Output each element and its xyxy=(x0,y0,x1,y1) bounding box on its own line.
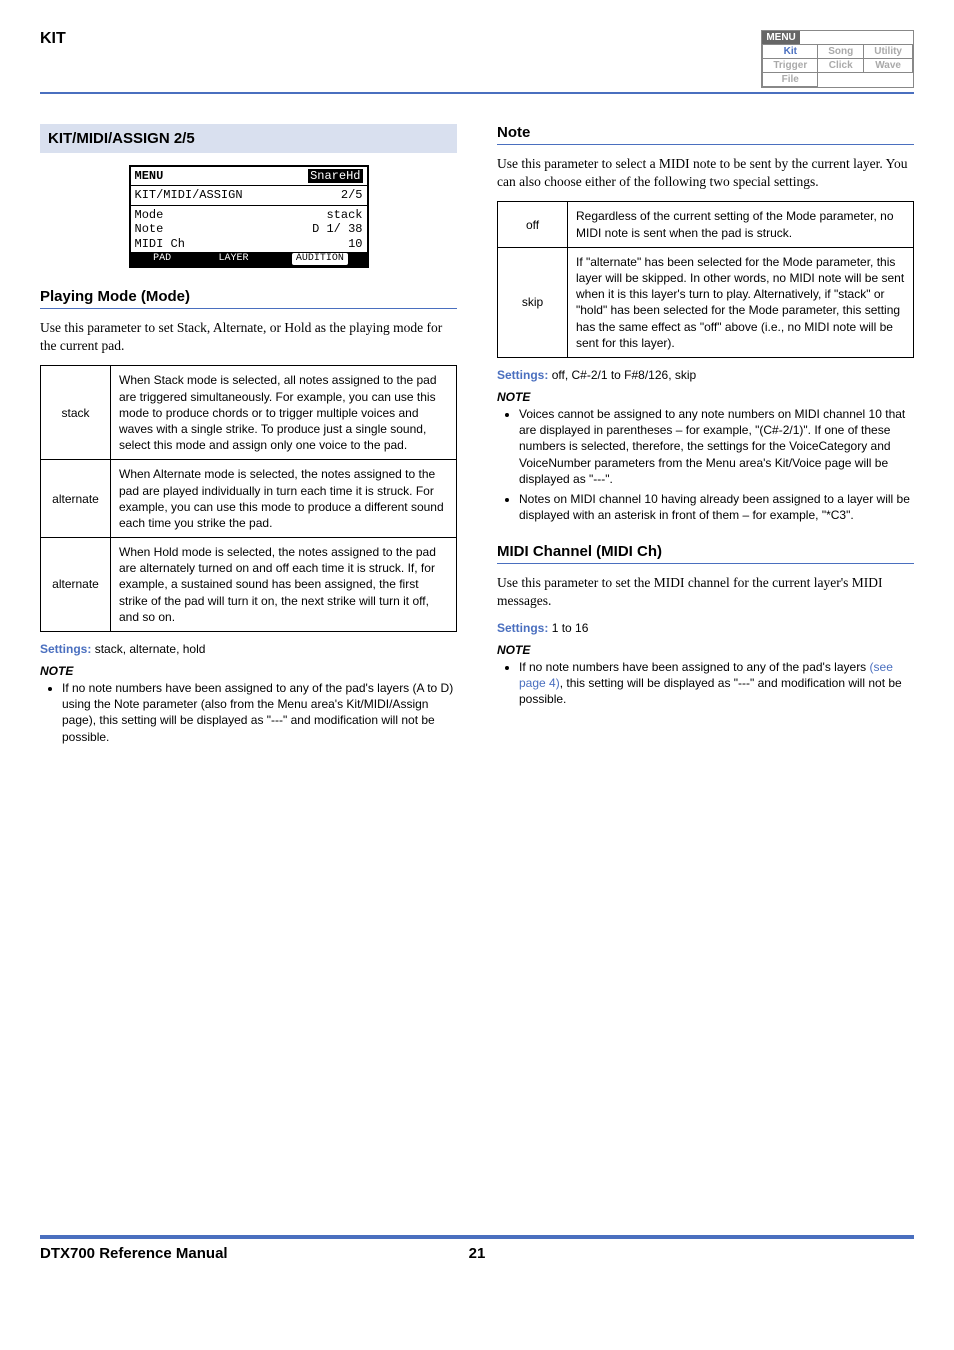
note-desc: Regardless of the current setting of the… xyxy=(568,202,914,247)
note-item: If no note numbers have been assigned to… xyxy=(62,680,457,745)
top-bar: KIT MENU Kit Song Utility Trigger Click … xyxy=(40,30,914,94)
note-heading: NOTE xyxy=(497,390,914,404)
right-column: Note Use this parameter to select a MIDI… xyxy=(497,114,914,755)
tab-file: File xyxy=(763,73,818,87)
settings-line: Settings: stack, alternate, hold xyxy=(40,642,457,656)
settings-line: Settings: off, C#-2/1 to F#8/126, skip xyxy=(497,368,914,382)
lcd-kitname: SnareHd xyxy=(308,169,362,183)
lcd-row-label: Mode xyxy=(135,208,164,222)
menu-title: MENU xyxy=(762,31,799,44)
settings-value: off, C#-2/1 to F#8/126, skip xyxy=(552,368,697,382)
menu-tabs: MENU Kit Song Utility Trigger Click Wave… xyxy=(761,30,914,88)
mode-key: alternate xyxy=(41,538,111,632)
lcd-path: KIT/MIDI/ASSIGN xyxy=(135,188,243,202)
note-list: If no note numbers have been assigned to… xyxy=(497,659,914,708)
section-heading-note: Note xyxy=(497,124,914,145)
lcd-page: 2/5 xyxy=(341,188,363,202)
table-row: alternate When Hold mode is selected, th… xyxy=(41,538,457,632)
mode-key: alternate xyxy=(41,460,111,538)
page-footer: DTX700 Reference Manual 21 xyxy=(40,1235,914,1262)
lcd-row-value: stack xyxy=(326,208,362,222)
note-list: Voices cannot be assigned to any note nu… xyxy=(497,406,914,523)
settings-value: 1 to 16 xyxy=(552,621,589,635)
mode-desc: When Stack mode is selected, all notes a… xyxy=(111,366,457,460)
footer-page-number: 21 xyxy=(469,1245,486,1262)
mode-key: stack xyxy=(41,366,111,460)
body-text: Use this parameter to select a MIDI note… xyxy=(497,155,914,191)
note-heading: NOTE xyxy=(497,643,914,657)
lcd-menu: MENU xyxy=(135,169,164,183)
lcd-row-label: MIDI Ch xyxy=(135,237,185,251)
mode-desc: When Hold mode is selected, the notes as… xyxy=(111,538,457,632)
note-key: off xyxy=(498,202,568,247)
note-key: skip xyxy=(498,247,568,357)
lcd-tab: AUDITION xyxy=(292,253,348,265)
section-label: KIT xyxy=(40,30,66,48)
footer-manual-title: DTX700 Reference Manual xyxy=(40,1245,228,1262)
body-text: Use this parameter to set the MIDI chann… xyxy=(497,574,914,610)
lcd-screenshot: MENU SnareHd KIT/MIDI/ASSIGN 2/5 Mode sta… xyxy=(129,165,369,268)
tab-kit: Kit xyxy=(763,45,818,59)
settings-label: Settings: xyxy=(40,642,91,656)
settings-value: stack, alternate, hold xyxy=(95,642,206,656)
mode-table: stack When Stack mode is selected, all n… xyxy=(40,365,457,632)
note-item: Notes on MIDI channel 10 having already … xyxy=(519,491,914,523)
lcd-row-label: Note xyxy=(135,222,164,236)
section-heading-playing-mode: Playing Mode (Mode) xyxy=(40,288,457,309)
tab-song: Song xyxy=(818,45,864,59)
settings-label: Settings: xyxy=(497,368,548,382)
tab-utility: Utility xyxy=(864,45,913,59)
lcd-row-value: D 1/ 38 xyxy=(312,222,362,236)
settings-line: Settings: 1 to 16 xyxy=(497,621,914,635)
note-heading: NOTE xyxy=(40,664,457,678)
note-list: If no note numbers have been assigned to… xyxy=(40,680,457,745)
table-row: alternate When Alternate mode is selecte… xyxy=(41,460,457,538)
tab-click: Click xyxy=(818,59,864,73)
mode-desc: When Alternate mode is selected, the not… xyxy=(111,460,457,538)
table-row: stack When Stack mode is selected, all n… xyxy=(41,366,457,460)
note-text: , this setting will be displayed as "---… xyxy=(519,676,902,706)
table-row: off Regardless of the current setting of… xyxy=(498,202,914,247)
tab-trigger: Trigger xyxy=(763,59,818,73)
left-column: KIT/MIDI/ASSIGN 2/5 MENU SnareHd KIT/MID… xyxy=(40,114,457,755)
tab-wave: Wave xyxy=(864,59,913,73)
body-text: Use this parameter to set Stack, Alterna… xyxy=(40,319,457,355)
lcd-tab: LAYER xyxy=(214,253,252,265)
table-row: skip If "alternate" has been selected fo… xyxy=(498,247,914,357)
note-item: Voices cannot be assigned to any note nu… xyxy=(519,406,914,487)
note-table: off Regardless of the current setting of… xyxy=(497,201,914,358)
lcd-tab: PAD xyxy=(149,253,175,265)
lcd-row-value: 10 xyxy=(348,237,362,251)
section-heading-midi-channel: MIDI Channel (MIDI Ch) xyxy=(497,543,914,564)
note-text: If no note numbers have been assigned to… xyxy=(519,660,870,674)
note-item: If no note numbers have been assigned to… xyxy=(519,659,914,708)
note-desc: If "alternate" has been selected for the… xyxy=(568,247,914,357)
settings-label: Settings: xyxy=(497,621,548,635)
page-bar-heading: KIT/MIDI/ASSIGN 2/5 xyxy=(40,124,457,153)
